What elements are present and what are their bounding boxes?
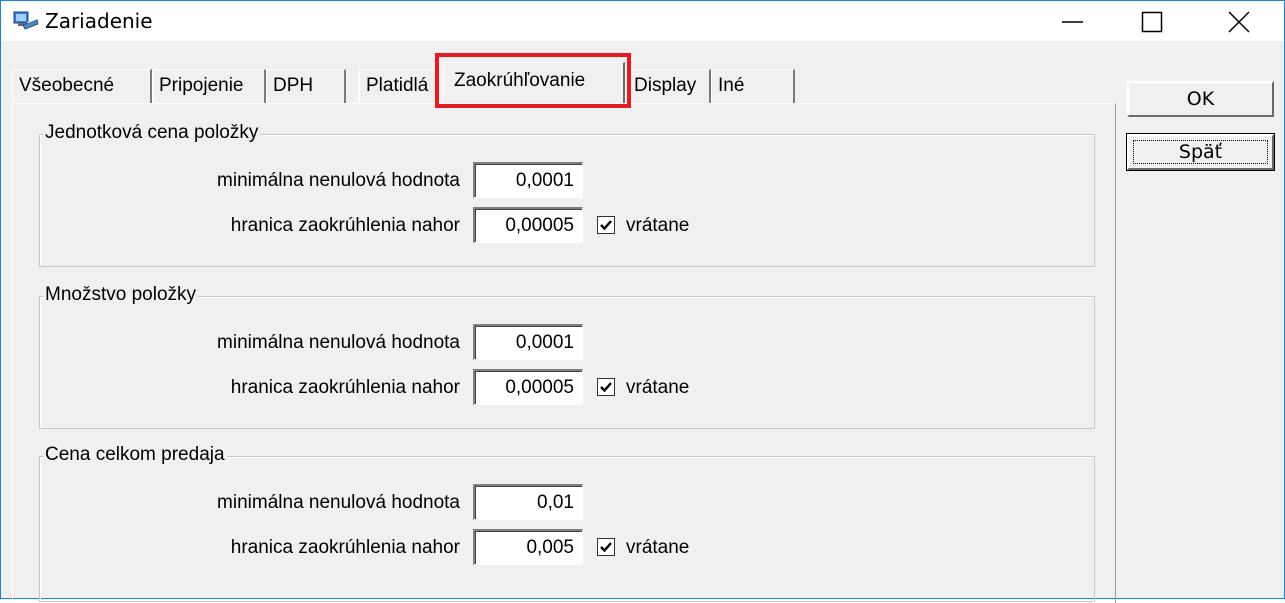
dialog-client-area: Všeobecné Pripojenie DPH Platidlá Zaokrú… xyxy=(1,41,1284,603)
inclusive-label: vrátane xyxy=(626,377,690,398)
minimize-button[interactable] xyxy=(1043,1,1103,41)
close-icon xyxy=(1228,11,1250,33)
round-threshold-label: hranica zaokrúhlenia nahor xyxy=(230,215,460,236)
inclusive-checkbox[interactable] xyxy=(597,378,615,396)
group-title: Množstvo položky xyxy=(43,284,199,306)
back-button[interactable]: Späť xyxy=(1126,133,1275,171)
round-threshold-input[interactable] xyxy=(473,529,583,565)
group-total-sale-price: Cena celkom predaja minimálna nenulová h… xyxy=(39,444,1095,602)
tab-label: DPH xyxy=(273,75,314,96)
round-threshold-input[interactable] xyxy=(473,207,583,243)
tab-label: Platidlá xyxy=(366,75,429,96)
minimize-icon xyxy=(1062,21,1083,23)
tab-pripojenie[interactable]: Pripojenie xyxy=(152,69,266,103)
inclusive-label: vrátane xyxy=(626,215,690,236)
back-button-label: Späť xyxy=(1178,141,1223,163)
title-bar[interactable]: Zariadenie xyxy=(1,1,1284,41)
dialog-window: Zariadenie Všeobecné Pripojenie DPH Plat… xyxy=(0,0,1285,603)
ok-button[interactable]: OK xyxy=(1127,81,1274,117)
ok-button-label: OK xyxy=(1186,88,1215,110)
min-value-label: minimálna nenulová hodnota xyxy=(217,332,460,353)
tab-label: Pripojenie xyxy=(159,75,244,96)
tab-ine[interactable]: Iné xyxy=(711,69,795,103)
tab-vseobecne[interactable]: Všeobecné xyxy=(12,69,152,103)
maximize-icon xyxy=(1141,11,1163,33)
tab-platidla[interactable]: Platidlá xyxy=(359,69,439,103)
group-title: Cena celkom predaja xyxy=(43,444,227,466)
min-value-label: minimálna nenulová hodnota xyxy=(217,170,460,191)
window-title: Zariadenie xyxy=(45,9,153,33)
checkmark-icon xyxy=(600,220,612,231)
tab-label: Display xyxy=(634,75,697,96)
tab-label: Všeobecné xyxy=(19,75,115,96)
group-title: Jednotková cena položky xyxy=(43,122,261,144)
min-value-input[interactable] xyxy=(473,162,583,198)
tab-label: Iné xyxy=(718,75,745,96)
maximize-button[interactable] xyxy=(1124,1,1184,41)
checkmark-icon xyxy=(600,542,612,553)
inclusive-label: vrátane xyxy=(626,537,690,558)
min-value-input[interactable] xyxy=(473,484,583,520)
checkmark-icon xyxy=(600,382,612,393)
inclusive-checkbox[interactable] xyxy=(597,538,615,556)
tab-display[interactable]: Display xyxy=(627,69,711,103)
monitor-icon xyxy=(13,10,39,32)
tab-page-zaokruhlovanie: Jednotková cena položky minimálna nenulo… xyxy=(12,103,1116,603)
close-button[interactable] xyxy=(1209,1,1269,41)
tab-dph[interactable]: DPH xyxy=(266,69,346,103)
group-item-quantity: Množstvo položky minimálna nenulová hodn… xyxy=(39,284,1095,429)
inclusive-checkbox[interactable] xyxy=(597,216,615,234)
round-threshold-input[interactable] xyxy=(473,369,583,405)
group-unit-price: Jednotková cena položky minimálna nenulo… xyxy=(39,122,1095,267)
min-value-label: minimálna nenulová hodnota xyxy=(217,492,460,513)
active-tab-highlight xyxy=(435,53,631,108)
round-threshold-label: hranica zaokrúhlenia nahor xyxy=(230,537,460,558)
round-threshold-label: hranica zaokrúhlenia nahor xyxy=(230,377,460,398)
min-value-input[interactable] xyxy=(473,324,583,360)
